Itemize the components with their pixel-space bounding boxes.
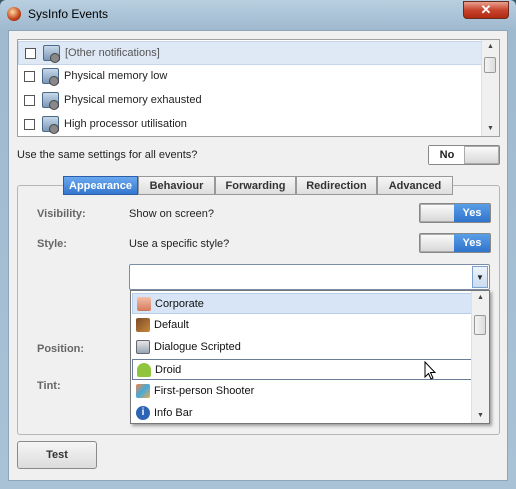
same-settings-label: Use the same settings for all events? [17, 149, 198, 161]
system-monitor-icon [42, 92, 59, 110]
style-combobox[interactable]: ▼ [129, 264, 490, 290]
scroll-up-arrow-icon[interactable]: ▲ [472, 291, 489, 305]
event-checkbox[interactable] [24, 119, 35, 130]
event-checkbox[interactable] [24, 95, 35, 106]
toggle-value: Yes [454, 234, 490, 252]
visibility-text: Show on screen? [129, 208, 214, 220]
event-label: [Other notifications] [65, 47, 160, 59]
window-title: SysInfo Events [28, 7, 109, 21]
toggle-knob[interactable] [420, 234, 455, 252]
style-option-label: Corporate [155, 298, 204, 310]
android-droid-icon [137, 363, 151, 377]
visibility-toggle[interactable]: Yes [419, 203, 491, 223]
style-option-label: Info Bar [154, 407, 193, 419]
style-label: Style: [37, 238, 67, 250]
event-label: Physical memory low [64, 70, 168, 82]
scroll-down-arrow-icon[interactable]: ▼ [482, 122, 499, 136]
info-icon: i [136, 406, 150, 420]
tint-label: Tint: [37, 380, 61, 392]
list-item[interactable]: Droid [132, 359, 472, 380]
event-row[interactable]: High processor utilisation [18, 113, 483, 136]
visibility-label: Visibility: [37, 208, 86, 220]
style-option-label: First-person Shooter [154, 385, 255, 397]
system-monitor-icon [42, 68, 59, 86]
scroll-thumb[interactable] [484, 57, 496, 73]
style-dropdown-list[interactable]: Corporate Default Dialogue Scripted Droi… [130, 290, 490, 424]
chevron-down-icon[interactable]: ▼ [472, 266, 488, 288]
same-settings-toggle[interactable]: No [428, 145, 500, 165]
event-row[interactable]: Physical memory exhausted [18, 89, 483, 113]
event-list-scrollbar[interactable]: ▲ ▼ [481, 40, 499, 136]
event-checkbox[interactable] [24, 71, 35, 82]
sysinfo-events-window: SysInfo Events ✕ [Other notifications] P… [0, 0, 516, 489]
default-style-icon [136, 318, 150, 332]
title-bar[interactable]: SysInfo Events ✕ [0, 0, 516, 30]
toggle-knob[interactable] [420, 204, 455, 222]
list-item[interactable]: Corporate [132, 293, 472, 314]
tab-behaviour[interactable]: Behaviour [138, 176, 215, 195]
list-item[interactable]: i Info Bar [132, 403, 472, 423]
tab-forwarding[interactable]: Forwarding [215, 176, 296, 195]
list-item[interactable]: Dialogue Scripted [132, 337, 472, 358]
tab-appearance[interactable]: Appearance [63, 176, 138, 195]
scroll-thumb[interactable] [474, 315, 486, 335]
event-checkbox[interactable] [25, 48, 36, 59]
dialog-body: [Other notifications] Physical memory lo… [8, 30, 508, 481]
close-button[interactable]: ✕ [463, 1, 509, 19]
system-monitor-icon [43, 45, 60, 63]
list-item[interactable]: Default [132, 315, 472, 336]
event-row[interactable]: Physical memory low [18, 65, 483, 89]
scroll-up-arrow-icon[interactable]: ▲ [482, 40, 499, 54]
event-list[interactable]: [Other notifications] Physical memory lo… [17, 39, 500, 137]
app-icon [7, 7, 21, 21]
dropdown-scrollbar[interactable]: ▲ ▼ [471, 291, 489, 423]
scroll-down-arrow-icon[interactable]: ▼ [472, 409, 489, 423]
style-text: Use a specific style? [129, 238, 230, 250]
system-monitor-icon [42, 116, 59, 134]
position-label: Position: [37, 343, 85, 355]
first-person-shooter-icon [136, 384, 150, 398]
corporate-person-icon [137, 297, 151, 311]
tab-redirection[interactable]: Redirection [296, 176, 377, 195]
event-row[interactable]: [Other notifications] [18, 41, 483, 65]
test-button[interactable]: Test [17, 441, 97, 469]
style-option-label: Default [154, 319, 189, 331]
style-option-label: Droid [155, 364, 182, 376]
tab-advanced[interactable]: Advanced [377, 176, 453, 195]
style-toggle[interactable]: Yes [419, 233, 491, 253]
event-label: High processor utilisation [64, 118, 187, 130]
toggle-value: No [429, 146, 465, 164]
dialogue-window-icon [136, 340, 150, 354]
toggle-knob[interactable] [464, 146, 499, 164]
event-label: Physical memory exhausted [64, 94, 202, 106]
toggle-value: Yes [454, 204, 490, 222]
style-option-label: Dialogue Scripted [154, 341, 241, 353]
list-item[interactable]: First-person Shooter [132, 381, 472, 402]
